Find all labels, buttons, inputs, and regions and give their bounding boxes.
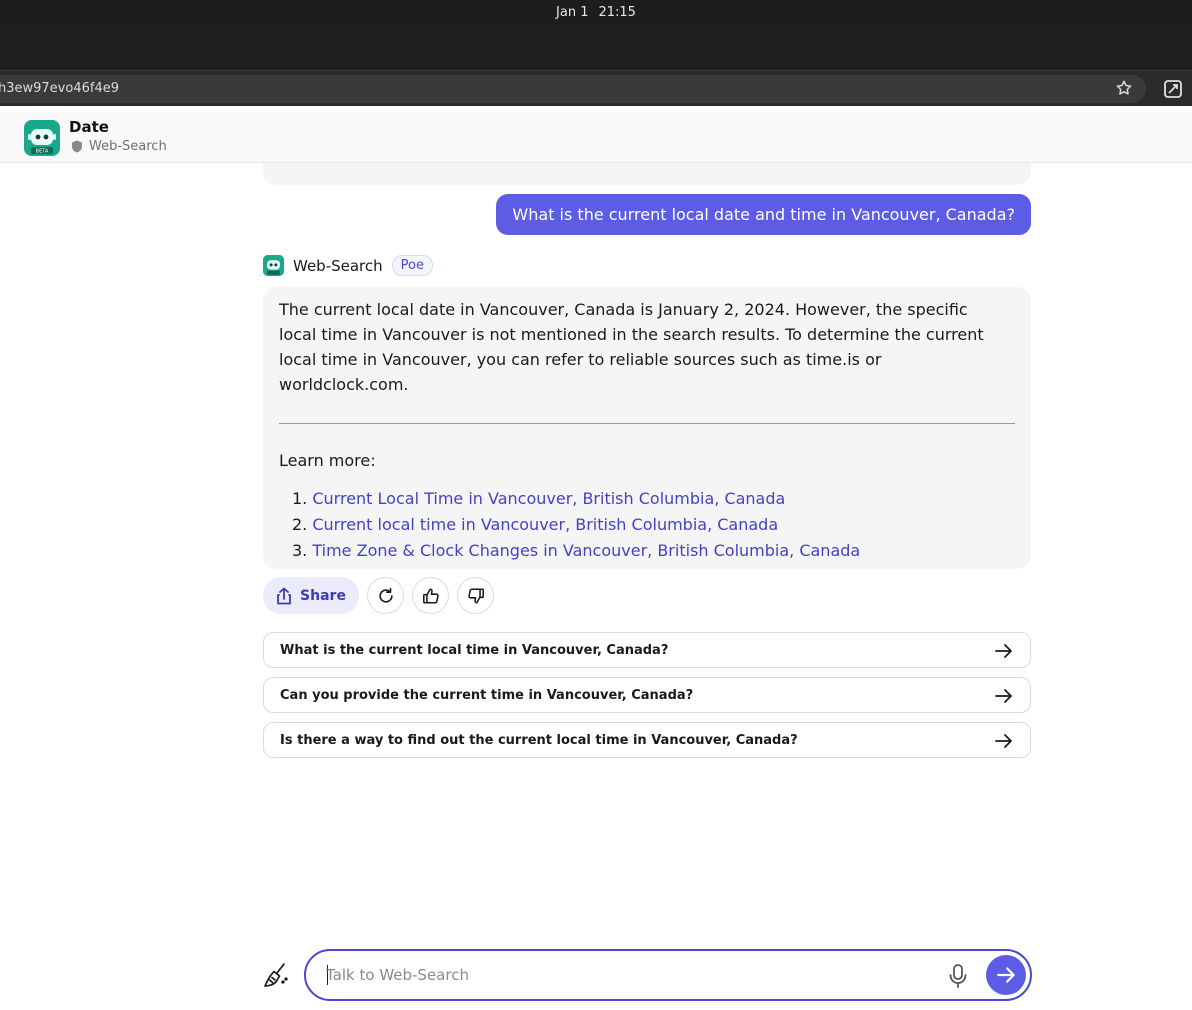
message-composer (304, 949, 1032, 1001)
user-message: What is the current local date and time … (496, 194, 1031, 235)
suggestion-text: Can you provide the current time in Vanc… (280, 687, 694, 703)
refresh-icon (378, 587, 393, 603)
source-link-2[interactable]: Current local time in Vancouver, British… (312, 515, 778, 534)
share-icon (277, 587, 291, 604)
source-number: 2. (292, 515, 308, 534)
star-icon[interactable] (1113, 79, 1135, 101)
suggestion-3[interactable]: Is there a way to find out the current l… (263, 722, 1031, 758)
bot-answer-text: The current local date in Vancouver, Can… (279, 300, 984, 394)
share-label: Share (300, 587, 346, 604)
os-date: Jan 1 (556, 4, 589, 20)
answer-divider (279, 423, 1015, 424)
arrow-right-icon (995, 644, 1012, 658)
bot-identity-row: Web-Search Poe (263, 255, 433, 276)
source-number: 1. (292, 489, 308, 508)
source-link-1[interactable]: Current Local Time in Vancouver, British… (312, 489, 785, 508)
browser-toolbar: h3ew97evo46f4e9 (0, 70, 1192, 106)
learn-more-label: Learn more: (279, 451, 376, 470)
list-item: 1. Current Local Time in Vancouver, Brit… (279, 486, 1015, 512)
extension-icon[interactable] (1164, 80, 1182, 98)
bot-name[interactable]: Web-Search (293, 257, 383, 275)
suggestion-2[interactable]: Can you provide the current time in Vanc… (263, 677, 1031, 713)
send-button[interactable] (986, 955, 1026, 995)
arrow-right-icon (995, 734, 1012, 748)
thumbs-down-icon (467, 587, 484, 604)
svg-text:BETA: BETA (36, 149, 49, 155)
thumbs-up-icon (422, 587, 439, 604)
browser-tab-strip (0, 24, 1192, 70)
chat-subtitle[interactable]: Web-Search (71, 139, 167, 154)
suggestion-1[interactable]: What is the current local time in Vancou… (263, 632, 1031, 668)
os-top-bar: Jan 1 21:15 (0, 0, 1192, 24)
retry-button[interactable] (367, 577, 404, 614)
address-bar[interactable]: h3ew97evo46f4e9 (0, 75, 1146, 103)
dislike-button[interactable] (457, 577, 494, 614)
list-item: 3. Time Zone & Clock Changes in Vancouve… (279, 538, 1015, 564)
chat-header: BETA Date Web-Search (0, 112, 1192, 163)
list-item: 2. Current local time in Vancouver, Brit… (279, 512, 1015, 538)
address-bar-text: h3ew97evo46f4e9 (0, 81, 119, 96)
source-list: 1. Current Local Time in Vancouver, Brit… (279, 486, 1015, 564)
message-input[interactable] (326, 963, 926, 987)
like-button[interactable] (412, 577, 449, 614)
bot-avatar-small[interactable] (263, 255, 284, 276)
source-link-3[interactable]: Time Zone & Clock Changes in Vancouver, … (312, 541, 860, 560)
bot-avatar[interactable]: BETA (24, 120, 60, 156)
shield-icon (72, 140, 82, 153)
microphone-icon[interactable] (946, 963, 970, 989)
send-icon (997, 967, 1015, 983)
broom-icon[interactable] (262, 961, 290, 989)
share-button[interactable]: Share (263, 577, 359, 614)
chat-subtitle-text: Web-Search (89, 139, 167, 154)
poe-badge: Poe (391, 255, 433, 276)
suggestion-text: What is the current local time in Vancou… (280, 642, 669, 658)
arrow-right-icon (995, 689, 1012, 703)
message-actions: Share (263, 577, 494, 614)
suggestion-text: Is there a way to find out the current l… (280, 732, 798, 748)
source-number: 3. (292, 541, 308, 560)
chat-title: Date (69, 118, 109, 136)
bot-message: The current local date in Vancouver, Can… (263, 287, 1031, 569)
os-time: 21:15 (598, 4, 636, 20)
previous-message-bubble (263, 163, 1031, 185)
